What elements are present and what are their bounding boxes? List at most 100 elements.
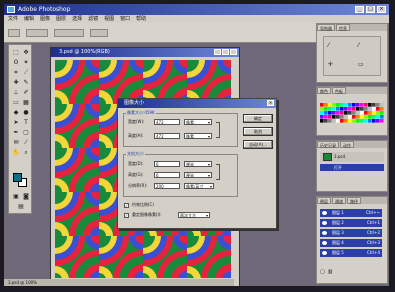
color-swatch[interactable]	[336, 107, 340, 111]
hand-tool-icon[interactable]: ✋	[12, 149, 20, 157]
color-swatch[interactable]	[336, 103, 340, 107]
color-swatch[interactable]	[376, 107, 380, 111]
dialog-close-button[interactable]: ×	[267, 100, 274, 106]
tab-layers[interactable]: 图层	[317, 197, 331, 204]
color-swatch[interactable]	[360, 115, 364, 119]
resolution-unit-select[interactable]: 像素/英寸	[184, 183, 214, 189]
color-swatch[interactable]	[380, 103, 384, 107]
color-swatch[interactable]	[324, 115, 328, 119]
color-swatch[interactable]	[368, 107, 372, 111]
path-selection-tool-icon[interactable]: ➤	[12, 119, 20, 127]
color-swatch[interactable]	[336, 115, 340, 119]
width-input[interactable]: 472	[154, 119, 180, 125]
document-minimize-button[interactable]	[214, 49, 221, 55]
menu-view[interactable]: 视图	[104, 15, 114, 23]
color-swatch[interactable]	[348, 111, 352, 115]
color-swatch[interactable]	[372, 111, 376, 115]
color-swatch[interactable]	[344, 103, 348, 107]
eraser-tool-icon[interactable]: ▭	[12, 99, 20, 107]
color-swatch[interactable]	[376, 111, 380, 115]
color-swatch[interactable]	[340, 119, 344, 123]
menu-help[interactable]: 帮助	[136, 15, 146, 23]
eye-icon[interactable]	[322, 221, 327, 225]
menu-image[interactable]: 图像	[40, 15, 50, 23]
resolution-input[interactable]: 200	[154, 183, 180, 189]
color-swatch[interactable]	[320, 103, 324, 107]
color-swatch[interactable]	[356, 111, 360, 115]
tool-preset-picker[interactable]	[8, 29, 20, 37]
resample-image-checkbox[interactable]: ✓	[124, 213, 129, 218]
color-swatch[interactable]	[324, 103, 328, 107]
tab-actions[interactable]: 动作	[340, 141, 354, 148]
color-swatch[interactable]	[380, 115, 384, 119]
maximize-button[interactable]: □	[366, 6, 375, 13]
pen-tool-icon[interactable]: ✒	[12, 129, 20, 137]
color-swatch[interactable]	[380, 107, 384, 111]
lasso-tool-icon[interactable]: ʘ	[12, 59, 20, 67]
option-control[interactable]	[90, 29, 108, 37]
option-control[interactable]	[54, 29, 84, 37]
minimize-button[interactable]: _	[355, 6, 364, 13]
eye-icon[interactable]	[322, 251, 327, 255]
color-swatch[interactable]	[360, 119, 364, 123]
color-swatch[interactable]	[352, 107, 356, 111]
color-swatch[interactable]	[368, 119, 372, 123]
color-swatch[interactable]	[344, 111, 348, 115]
constrain-proportions-checkbox[interactable]: ✓	[124, 203, 129, 208]
color-swatch[interactable]	[368, 115, 372, 119]
history-state[interactable]: 打开	[320, 164, 384, 171]
option-control[interactable]	[26, 29, 48, 37]
color-swatch[interactable]	[356, 107, 360, 111]
color-swatch[interactable]	[340, 115, 344, 119]
layer-row[interactable]: 图层 2 Ctrl+1	[320, 219, 382, 227]
color-swatch[interactable]	[372, 119, 376, 123]
color-swatch[interactable]	[332, 111, 336, 115]
menu-file[interactable]: 文件	[8, 15, 18, 23]
color-swatch[interactable]	[348, 115, 352, 119]
color-swatch[interactable]	[352, 111, 356, 115]
color-swatch[interactable]	[320, 115, 324, 119]
tab-swatches[interactable]: 色板	[332, 87, 346, 94]
standard-mode-icon[interactable]: ▣	[12, 193, 20, 201]
color-swatch[interactable]	[328, 103, 332, 107]
document-close-button[interactable]	[230, 49, 237, 55]
color-swatch[interactable]	[324, 119, 328, 123]
foreground-color-swatch[interactable]	[13, 173, 22, 182]
color-swatch[interactable]	[360, 103, 364, 107]
color-swatch[interactable]	[336, 111, 340, 115]
eye-icon[interactable]	[322, 241, 327, 245]
color-swatch[interactable]	[344, 107, 348, 111]
tab-history[interactable]: 历史记录	[317, 141, 339, 148]
color-swatch[interactable]	[360, 111, 364, 115]
quick-mask-mode-icon[interactable]: ◙	[22, 193, 30, 201]
color-swatch[interactable]	[372, 103, 376, 107]
eye-icon[interactable]	[322, 211, 327, 215]
color-swatch[interactable]	[376, 115, 380, 119]
color-swatch[interactable]	[368, 103, 372, 107]
color-swatch[interactable]	[372, 107, 376, 111]
color-swatch[interactable]	[356, 103, 360, 107]
color-swatch[interactable]	[332, 107, 336, 111]
doc-height-input[interactable]: 6	[154, 172, 180, 178]
doc-height-unit-select[interactable]: 厘米	[184, 172, 212, 178]
tab-color[interactable]: 颜色	[317, 87, 331, 94]
color-swatch[interactable]	[372, 115, 376, 119]
color-swatch[interactable]	[332, 119, 336, 123]
ok-button[interactable]: 确定	[243, 114, 273, 123]
color-swatch[interactable]	[376, 119, 380, 123]
swatches-grid[interactable]	[320, 103, 386, 123]
trash-icon[interactable]: ▥	[328, 269, 333, 275]
color-swatch[interactable]	[376, 103, 380, 107]
auto-button[interactable]: 自动(A)...	[243, 140, 273, 149]
color-swatch[interactable]	[364, 107, 368, 111]
color-swatch[interactable]	[340, 111, 344, 115]
clone-stamp-tool-icon[interactable]: ⊥	[12, 89, 20, 97]
new-layer-icon[interactable]: ▢	[320, 269, 325, 275]
crop-tool-icon[interactable]: ⌗	[12, 69, 20, 77]
color-swatch[interactable]	[328, 111, 332, 115]
healing-brush-tool-icon[interactable]: ✚	[12, 79, 20, 87]
menu-filter[interactable]: 滤镜	[88, 15, 98, 23]
width-unit-select[interactable]: 像素	[184, 119, 212, 125]
color-swatch[interactable]	[332, 115, 336, 119]
color-swatch[interactable]	[356, 119, 360, 123]
